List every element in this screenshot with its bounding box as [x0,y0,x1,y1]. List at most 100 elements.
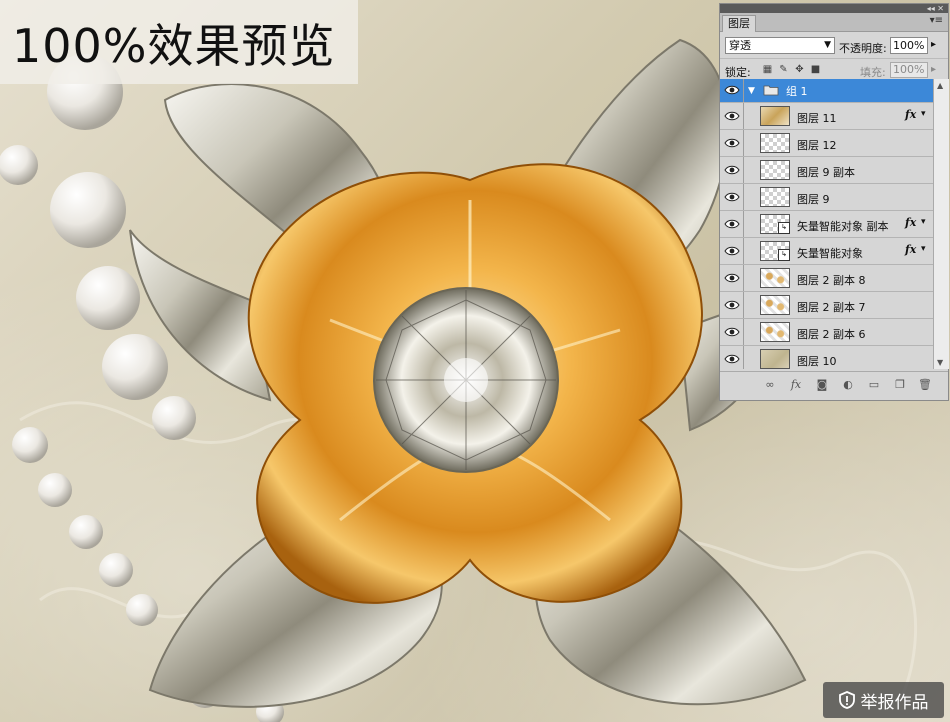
scroll-up-icon[interactable]: ▲ [937,81,943,90]
layer-mask-icon[interactable]: ◙ [816,379,828,391]
eye-column-divider [743,238,744,264]
eye-column-divider [743,265,744,291]
eye-column-divider [743,184,744,210]
report-work-label: 举报作品 [860,692,929,713]
scroll-down-icon[interactable]: ▼ [937,358,943,367]
layer-name: 图层 9 副本 [797,166,855,179]
opacity-slider-arrow-icon[interactable]: ▸ [931,39,936,50]
smart-object-badge-icon: ↳ [778,249,790,261]
layer-effects-icon[interactable]: fx [905,216,916,229]
lock-all-icon[interactable]: ■ [810,64,821,75]
layer-thumbnail: ↳ [760,241,790,261]
eye-column-divider [743,292,744,318]
new-layer-icon[interactable]: ❐ [894,379,906,391]
blend-mode-select[interactable]: 穿透 ▼ [725,37,835,54]
layer-row[interactable]: 图层 10 [720,346,933,369]
fill-input[interactable]: 100% [890,62,928,78]
visibility-eye-icon[interactable] [724,191,740,203]
layer-list-scrollbar[interactable]: ▲ ▼ [933,79,949,369]
lock-transparent-icon[interactable]: ▦ [762,64,773,75]
visibility-eye-icon[interactable] [724,299,740,311]
eye-column-divider [743,79,744,102]
layer-name: 图层 2 副本 8 [797,274,866,287]
blend-options-row: 穿透 ▼ 不透明度: 100% ▸ [720,32,948,59]
visibility-eye-icon[interactable] [724,218,740,230]
layer-row[interactable]: ↳ 矢量智能对象 fx ▾ [720,238,933,265]
effects-expand-arrow-icon[interactable]: ▾ [921,244,926,254]
panel-footer-toolbar: ∞ fx ◙ ◐ ▭ ❐ 🗑 [720,371,948,400]
layer-name: 图层 2 副本 7 [797,301,866,314]
link-layers-icon[interactable]: ∞ [764,379,776,391]
group-name: 组 1 [786,85,808,98]
layer-thumbnail [760,106,790,126]
delete-layer-icon[interactable]: 🗑 [918,379,932,391]
layer-name: 图层 12 [797,139,837,152]
group-expand-triangle-icon[interactable]: ▼ [748,86,755,96]
layer-name: 图层 9 [797,193,830,206]
new-group-icon[interactable]: ▭ [868,379,880,391]
layer-effects-icon[interactable]: fx [905,243,916,256]
blend-mode-value: 穿透 [729,39,751,52]
layer-thumbnail [760,133,790,153]
effects-expand-arrow-icon[interactable]: ▾ [921,217,926,227]
eye-column-divider [743,157,744,183]
chevron-down-icon: ▼ [824,40,831,50]
eye-column-divider [743,346,744,369]
layer-style-icon[interactable]: fx [790,379,802,391]
layer-row[interactable]: 图层 9 [720,184,933,211]
tab-layers[interactable]: 图层 [722,15,756,32]
layer-row[interactable]: 图层 11 fx ▾ [720,103,933,130]
shield-icon [838,691,855,709]
eye-column-divider [743,103,744,129]
visibility-eye-icon[interactable] [724,326,740,338]
layer-group-row[interactable]: ▼ 组 1 [720,79,933,103]
layer-row[interactable]: 图层 2 副本 8 [720,265,933,292]
layer-thumbnail [760,295,790,315]
layer-name: 图层 10 [797,355,837,368]
layers-panel: ◂◂ ✕ 图层 ▾≡ 穿透 ▼ 不透明度: 100% ▸ 锁定: ▦ ✎ ✥ ■… [719,3,949,401]
eye-column-divider [743,319,744,345]
smart-object-badge-icon: ↳ [778,222,790,234]
panel-tab-row: 图层 ▾≡ [720,13,948,32]
layer-thumbnail: ↳ [760,214,790,234]
eye-column-divider [743,130,744,156]
layer-row[interactable]: ↳ 矢量智能对象 副本 fx ▾ [720,211,933,238]
layer-name: 矢量智能对象 副本 [797,220,889,233]
visibility-eye-icon[interactable] [724,110,740,122]
lock-paint-icon[interactable]: ✎ [778,64,789,75]
report-work-button[interactable]: 举报作品 [823,682,944,718]
layer-row[interactable]: 图层 12 [720,130,933,157]
visibility-eye-icon[interactable] [724,84,740,96]
adjustment-layer-icon[interactable]: ◐ [842,379,854,391]
layer-thumbnail [760,187,790,207]
visibility-eye-icon[interactable] [724,164,740,176]
opacity-input[interactable]: 100% [890,37,928,54]
panel-menu-icon[interactable]: ▾≡ [930,15,943,26]
opacity-label: 不透明度: [839,42,887,55]
visibility-eye-icon[interactable] [724,272,740,284]
layer-thumbnail [760,349,790,369]
layer-effects-icon[interactable]: fx [905,108,916,121]
layer-name: 矢量智能对象 [797,247,863,260]
visibility-eye-icon[interactable] [724,137,740,149]
layer-thumbnail [760,322,790,342]
fill-label: 填充: [860,66,886,79]
folder-icon [763,85,779,96]
layer-row[interactable]: 图层 2 副本 7 [720,292,933,319]
visibility-eye-icon[interactable] [724,353,740,365]
layer-list: ▼ 组 1 图层 11 fx ▾ 图层 12 图层 9 副本 图层 9 ↳ 矢量… [720,79,933,369]
panel-collapse-icon[interactable]: ◂◂ ✕ [927,4,944,13]
layer-name: 图层 2 副本 6 [797,328,866,341]
layer-row[interactable]: 图层 9 副本 [720,157,933,184]
lock-label: 锁定: [725,66,751,79]
effects-expand-arrow-icon[interactable]: ▾ [921,109,926,119]
layer-row[interactable]: 图层 2 副本 6 [720,319,933,346]
layer-thumbnail [760,160,790,180]
panel-title-bar[interactable]: ◂◂ ✕ [720,4,948,13]
lock-move-icon[interactable]: ✥ [794,64,805,75]
preview-title-banner: 100%效果预览 [0,0,358,84]
layer-thumbnail [760,268,790,288]
visibility-eye-icon[interactable] [724,245,740,257]
eye-column-divider [743,211,744,237]
fill-slider-arrow-icon[interactable]: ▸ [931,64,936,75]
